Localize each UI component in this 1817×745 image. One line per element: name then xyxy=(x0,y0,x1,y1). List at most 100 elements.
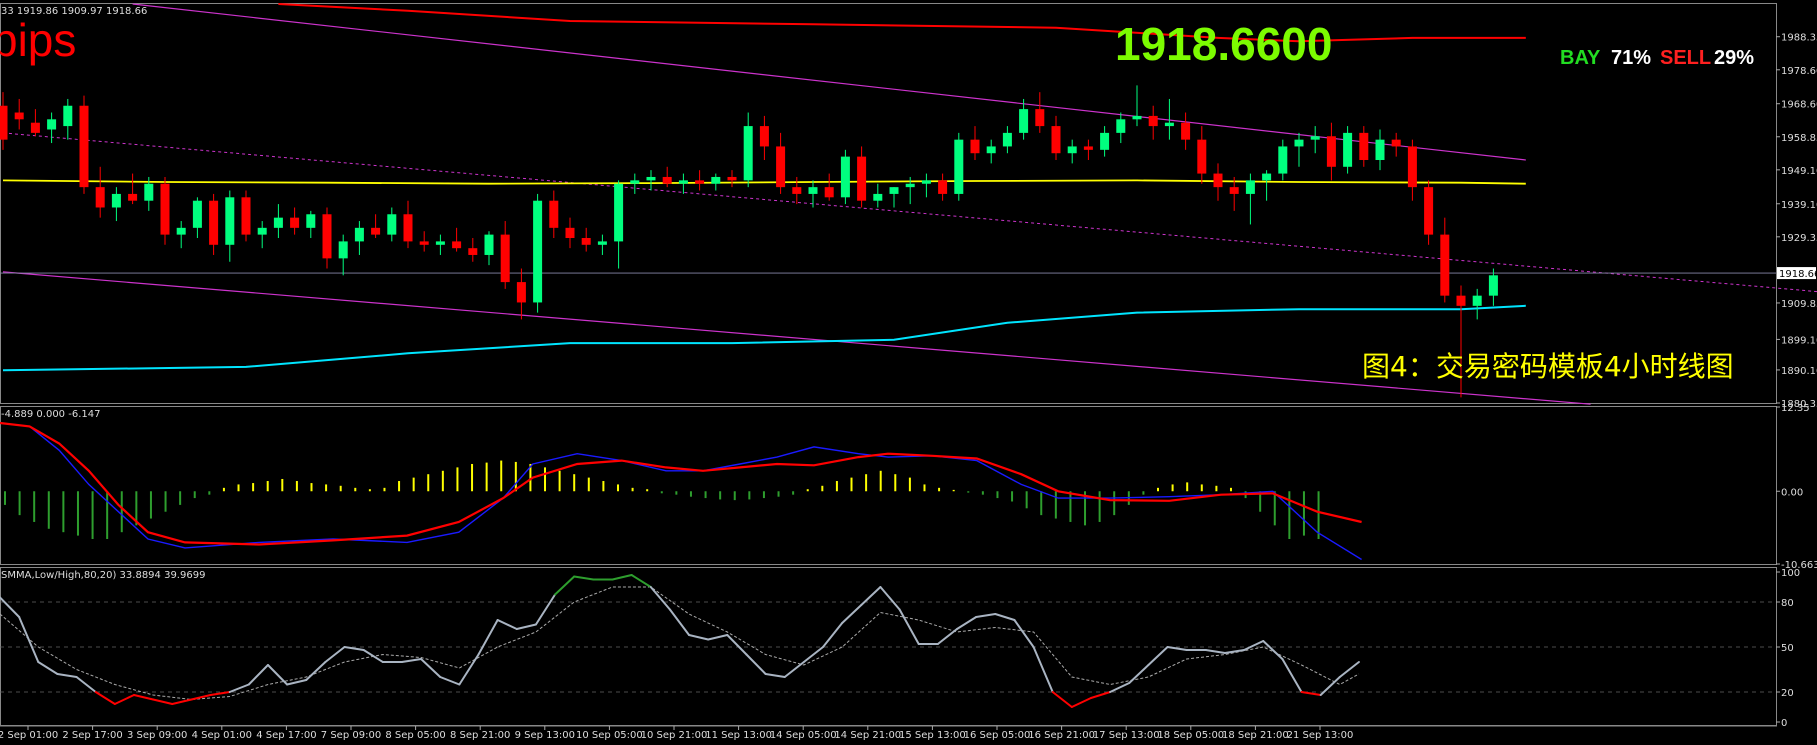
candle-body xyxy=(30,122,40,133)
candle-body xyxy=(646,176,656,181)
candle-body xyxy=(63,105,73,127)
candle-body xyxy=(711,176,721,184)
candle-body xyxy=(257,227,267,235)
time-tick-label: 17 Sep 13:00 xyxy=(1093,730,1160,741)
candle-body xyxy=(1294,139,1304,147)
stoch-main-segment xyxy=(745,653,767,675)
stoch-tick-label: 50 xyxy=(1781,643,1794,654)
candle-body xyxy=(176,227,186,235)
sell-label: SELL xyxy=(1660,47,1711,69)
stoch-main-segment xyxy=(630,574,652,588)
macd-signal-line xyxy=(0,421,1362,546)
stoch-main-segment xyxy=(1166,646,1188,651)
candle-body xyxy=(47,119,57,130)
stoch-main-segment xyxy=(802,646,825,663)
ma-red-line xyxy=(278,3,1526,43)
macd-header: -4.889 0.000 -6.147 xyxy=(1,409,100,420)
time-tick-label: 4 Sep 01:00 xyxy=(192,730,252,741)
candle-body xyxy=(824,187,834,198)
price-tick-label: 1949.10 xyxy=(1781,166,1817,177)
candle-body xyxy=(1391,139,1401,147)
candle-body xyxy=(95,187,105,208)
bay-percent: 71% xyxy=(1611,47,1651,69)
candle-body xyxy=(905,183,915,188)
chart-canvas: 1988.35 1978.60 1968.60 1958.85 1949.10 1939.… xyxy=(0,3,1817,741)
candle-body xyxy=(1116,119,1126,133)
candle-body xyxy=(322,214,332,259)
stoch-tick-label: 80 xyxy=(1781,598,1794,609)
candle-body xyxy=(1132,115,1142,120)
stoch-main-segment xyxy=(362,649,384,663)
candle-body xyxy=(986,146,996,154)
sell-percent: 29% xyxy=(1714,47,1754,69)
stoch-main-segment xyxy=(266,664,289,686)
time-tick-label: 7 Sep 09:00 xyxy=(321,730,381,741)
stoch-signal-line xyxy=(0,586,1360,701)
candle-body xyxy=(954,139,964,194)
stoch-main-segment xyxy=(611,574,633,581)
stoch-main-segment xyxy=(822,622,844,648)
price-tick-label: 1929.35 xyxy=(1781,233,1817,244)
stoch-main-segment xyxy=(994,613,1016,621)
time-tick-label: 18 Sep 21:00 xyxy=(1222,730,1289,741)
chart-caption: 图4：交易密码模板4小时线图 xyxy=(1362,350,1734,383)
candle-body xyxy=(1375,139,1385,161)
stoch-main-segment xyxy=(1262,640,1284,660)
candle-body xyxy=(1456,295,1466,306)
stoch-main-segment xyxy=(228,683,250,693)
stoch-main-segment xyxy=(37,661,59,675)
candle-body xyxy=(111,193,121,208)
stoch-main-segment xyxy=(1204,649,1226,654)
stoch-main-segment xyxy=(171,698,193,705)
candle-body xyxy=(808,187,818,194)
pips-label: pips xyxy=(0,14,76,66)
candle-body xyxy=(160,183,170,235)
time-tick-label: 15 Sep 13:00 xyxy=(899,730,966,741)
candle-body xyxy=(1197,139,1207,174)
candle-body xyxy=(387,214,397,235)
stoch-main-segment xyxy=(18,616,40,663)
candle-body xyxy=(1067,146,1077,154)
time-tick-label: 3 Sep 09:00 xyxy=(127,730,187,741)
candle-body xyxy=(1229,187,1239,194)
axes: 1988.35 1978.60 1968.60 1958.85 1949.10 1939.… xyxy=(0,33,1817,741)
candle-body xyxy=(857,156,867,201)
candle-body xyxy=(695,180,705,184)
macd-tick-label: 12.35 xyxy=(1781,403,1810,414)
candle-body xyxy=(549,200,559,228)
candle-body xyxy=(290,217,300,228)
stoch-main-segment xyxy=(94,691,116,705)
price-tick-label: 1909.85 xyxy=(1781,299,1817,310)
stoch-main-segment xyxy=(496,619,518,630)
candle-body xyxy=(273,217,283,228)
stoch-main-segment xyxy=(573,575,595,581)
stoch-main-segment xyxy=(1338,661,1360,678)
candle-body xyxy=(759,126,769,147)
time-tick-label: 21 Sep 13:00 xyxy=(1287,730,1354,741)
time-tick-label: 4 Sep 17:00 xyxy=(256,730,316,741)
stoch-header: SMMA,Low/High,80,20) 33.8894 39.9699 xyxy=(1,570,205,581)
stoch-main-segment xyxy=(209,691,231,696)
stoch-main-segment xyxy=(400,658,423,663)
candle-body xyxy=(662,176,672,184)
stoch-main-segment xyxy=(707,634,729,641)
stoch-main-segment xyxy=(860,586,882,606)
stoch-main-segment xyxy=(936,628,958,645)
price-tick-label: 1939.10 xyxy=(1781,200,1817,211)
candle-body xyxy=(500,234,510,283)
time-tick-label: 14 Sep 21:00 xyxy=(834,730,901,741)
stoch-main-segment xyxy=(343,646,365,651)
candle-body xyxy=(435,241,445,245)
stoch-main-segment xyxy=(56,673,78,678)
candle-body xyxy=(921,180,931,184)
bay-label: BAY xyxy=(1560,47,1601,69)
candle-body xyxy=(630,180,640,184)
candle-body xyxy=(678,180,688,184)
stoch-main-segment xyxy=(75,676,97,693)
candle-body xyxy=(533,200,543,303)
candle-body xyxy=(1310,136,1320,140)
stoch-tick-label: 0 xyxy=(1781,718,1787,729)
channel-lower-line xyxy=(2,271,1591,405)
time-tick-label: 11 Sep 13:00 xyxy=(705,730,772,741)
stoch-main-segment xyxy=(1243,640,1265,651)
